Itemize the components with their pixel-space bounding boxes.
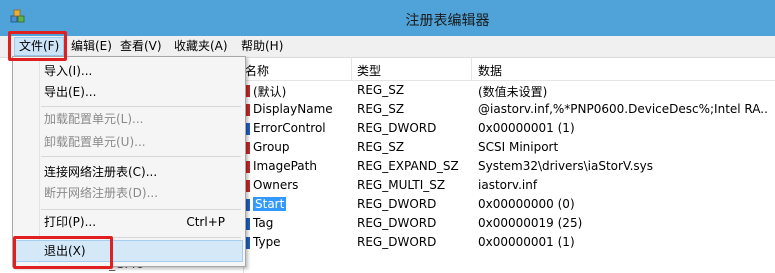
- menu-separator: [41, 106, 241, 107]
- menu-item-shortcut: Ctrl+P: [186, 215, 225, 229]
- column-type-header[interactable]: 类型: [357, 62, 381, 79]
- value-name: Tag: [253, 216, 274, 230]
- table-row[interactable]: ImagePath REG_EXPAND_SZ System32\drivers…: [242, 158, 775, 177]
- menu-separator: [41, 209, 241, 210]
- column-name-header[interactable]: 名称: [245, 62, 269, 79]
- value-type: REG_DWORD: [357, 235, 437, 249]
- value-type: REG_SZ: [357, 140, 405, 154]
- value-name: ErrorControl: [253, 121, 326, 135]
- menu-item-export[interactable]: 导出(E)...: [13, 81, 243, 103]
- values-list[interactable]: 名称 类型 数据 (默认) REG_SZ (数值未设置) DisplayName…: [242, 58, 775, 273]
- value-name: Group: [253, 140, 290, 154]
- value-name: Type: [253, 235, 281, 249]
- highlight-box-exit: [13, 236, 113, 269]
- menu-item-label: 加载配置单元(L)...: [44, 112, 144, 126]
- column-separator[interactable]: [471, 58, 472, 80]
- value-data: 0x00000001 (1): [478, 121, 575, 135]
- menu-help[interactable]: 帮助(H): [237, 38, 287, 55]
- table-row[interactable]: Owners REG_MULTI_SZ iastorv.inf: [242, 177, 775, 196]
- value-data: SCSI Miniport: [478, 140, 559, 154]
- menu-item-disconnect: 断开网络注册表(D)...: [13, 182, 243, 204]
- table-row[interactable]: (默认) REG_SZ (数值未设置): [242, 82, 775, 101]
- value-name: Start: [253, 197, 353, 211]
- menu-item-connect[interactable]: 连接网络注册表(C)...: [13, 161, 243, 183]
- value-name: DisplayName: [253, 102, 333, 116]
- value-data: iastorv.inf: [478, 178, 538, 192]
- value-type: REG_MULTI_SZ: [357, 178, 446, 192]
- value-type: REG_SZ: [357, 102, 405, 116]
- menu-item-label: 打印(P)...: [44, 215, 97, 229]
- menu-item-label: 卸载配置单元(U)...: [44, 135, 146, 149]
- table-row[interactable]: Type REG_DWORD 0x00000001 (1): [242, 234, 775, 253]
- menu-view[interactable]: 查看(V): [116, 38, 166, 55]
- table-row[interactable]: Tag REG_DWORD 0x00000019 (25): [242, 215, 775, 234]
- table-row[interactable]: DisplayName REG_SZ @iastorv.inf,%*PNP060…: [242, 101, 775, 120]
- value-type: REG_DWORD: [357, 197, 437, 211]
- column-data-header[interactable]: 数据: [478, 62, 502, 79]
- menu-item-print[interactable]: 打印(P)... Ctrl+P: [13, 211, 243, 233]
- list-header: 名称 类型 数据: [243, 58, 775, 81]
- value-type: REG_DWORD: [357, 216, 437, 230]
- menu-bar: 文件(F) 编辑(E) 查看(V) 收藏夹(A) 帮助(H): [0, 36, 775, 58]
- title-bar: 注册表编辑器: [0, 0, 775, 36]
- highlight-box-file-menu: [8, 31, 67, 61]
- value-type: REG_SZ: [357, 83, 405, 97]
- table-row[interactable]: Group REG_SZ SCSI Miniport: [242, 139, 775, 158]
- value-name: (默认): [253, 85, 287, 99]
- column-separator[interactable]: [351, 58, 352, 80]
- table-row-selected[interactable]: Start REG_DWORD 0x00000000 (0): [242, 196, 775, 215]
- menu-favorites[interactable]: 收藏夹(A): [170, 38, 232, 55]
- value-data: 0x00000001 (1): [478, 235, 575, 249]
- menu-item-label: 导出(E)...: [44, 85, 97, 99]
- value-name: Owners: [253, 178, 299, 192]
- menu-separator: [41, 156, 241, 157]
- value-type: REG_DWORD: [357, 121, 437, 135]
- value-data: 0x00000019 (25): [478, 216, 583, 230]
- value-data: (数值未设置): [478, 85, 548, 99]
- menu-edit[interactable]: 编辑(E): [67, 38, 116, 55]
- value-data: 0x00000000 (0): [478, 197, 575, 211]
- menu-item-load-hive: 加载配置单元(L)...: [13, 108, 243, 130]
- selected-value-name[interactable]: Start: [253, 197, 287, 211]
- menu-item-import[interactable]: 导入(I)...: [13, 60, 243, 82]
- value-data: @iastorv.inf,%*PNP0600.DeviceDesc%;Intel…: [478, 102, 768, 116]
- value-data: System32\drivers\iaStorV.sys: [478, 159, 654, 173]
- value-type: REG_EXPAND_SZ: [357, 159, 459, 173]
- menu-item-label: 断开网络注册表(D)...: [44, 186, 159, 200]
- window-title: 注册表编辑器: [405, 13, 490, 29]
- menu-item-label: 导入(I)...: [44, 64, 93, 78]
- menu-item-label: 连接网络注册表(C)...: [44, 165, 158, 179]
- menu-item-unload-hive: 卸载配置单元(U)...: [13, 131, 243, 153]
- table-row[interactable]: ErrorControl REG_DWORD 0x00000001 (1): [242, 120, 775, 139]
- value-name: ImagePath: [253, 159, 317, 173]
